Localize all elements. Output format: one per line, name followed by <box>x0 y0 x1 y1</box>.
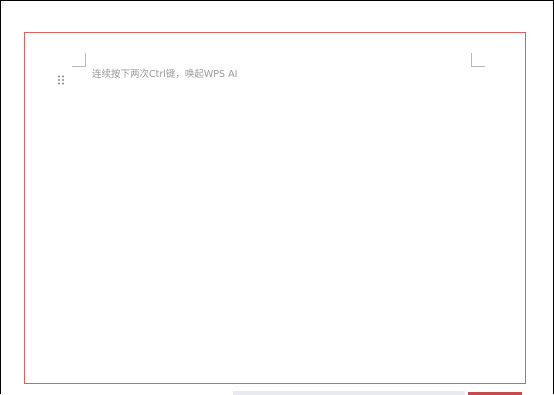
margin-corner-top-left <box>72 53 86 67</box>
drag-handle-icon[interactable] <box>57 70 65 85</box>
document-window: 连续按下两次Ctrl键，唤起WPS AI <box>0 0 554 395</box>
margin-corner-top-right <box>471 53 485 67</box>
status-bar-strip <box>233 391 465 395</box>
editor-placeholder[interactable]: 连续按下两次Ctrl键，唤起WPS AI <box>92 68 237 82</box>
page-boundary <box>24 32 526 384</box>
